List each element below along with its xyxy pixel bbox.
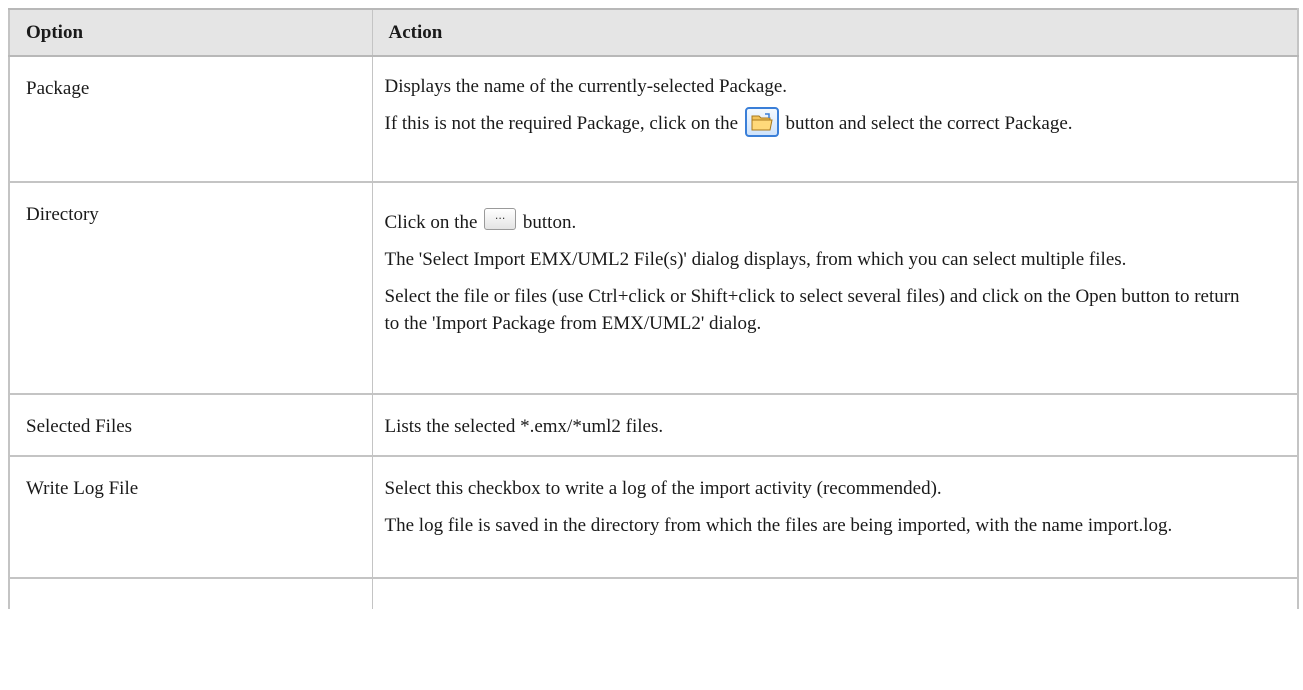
table-row: Selected Files Lists the selected *.emx/… xyxy=(8,393,1299,457)
option-cell: Write Log File xyxy=(8,455,373,579)
table-row: Package Displays the name of the current… xyxy=(8,55,1299,183)
action-paragraph: Select this checkbox to write a log of t… xyxy=(384,478,942,499)
action-paragraph: Select the file or files (use Ctrl+click… xyxy=(384,286,1240,334)
option-label: Package xyxy=(26,78,90,99)
option-cell: Package xyxy=(8,55,373,183)
action-cell: Select this checkbox to write a log of t… xyxy=(371,455,1299,579)
option-cell: Selected Files xyxy=(8,393,373,457)
table-header-row: Option Action xyxy=(8,8,1299,57)
action-text: Click on the xyxy=(384,212,478,233)
action-cell: Click on the ... button. The 'Select Imp… xyxy=(371,181,1299,395)
action-text: button and select the correct Package. xyxy=(785,113,1073,134)
option-label: Directory xyxy=(26,204,99,225)
options-table: Option Action Package Displays the name … xyxy=(8,8,1299,609)
folder-open-icon xyxy=(744,106,779,137)
option-label: Write Log File xyxy=(26,478,139,499)
action-cell xyxy=(371,577,1299,609)
option-cell: Directory xyxy=(8,181,373,395)
action-paragraph: If this is not the required Package, cli… xyxy=(384,106,1258,137)
header-action: Action xyxy=(371,8,1299,57)
action-cell: Lists the selected *.emx/*uml2 files. xyxy=(371,393,1299,457)
action-paragraph: The log file is saved in the directory f… xyxy=(384,515,1173,536)
header-option: Option xyxy=(8,8,373,57)
action-paragraph: Displays the name of the currently-selec… xyxy=(384,76,788,97)
action-paragraph: The 'Select Import EMX/UML2 File(s)' dia… xyxy=(384,249,1127,270)
action-paragraph: Lists the selected *.emx/*uml2 files. xyxy=(384,416,664,437)
action-text: If this is not the required Package, cli… xyxy=(384,113,739,134)
option-cell xyxy=(8,577,373,609)
action-paragraph: Click on the ... button. xyxy=(384,207,1258,236)
table-row xyxy=(8,577,1299,609)
action-cell: Displays the name of the currently-selec… xyxy=(371,55,1299,183)
action-text: button. xyxy=(522,212,577,233)
option-label: Selected Files xyxy=(26,416,133,437)
table-row: Write Log File Select this checkbox to w… xyxy=(8,455,1299,579)
ellipsis-button-icon: ... xyxy=(484,207,517,230)
table-row: Directory Click on the ... button. The '… xyxy=(8,181,1299,395)
